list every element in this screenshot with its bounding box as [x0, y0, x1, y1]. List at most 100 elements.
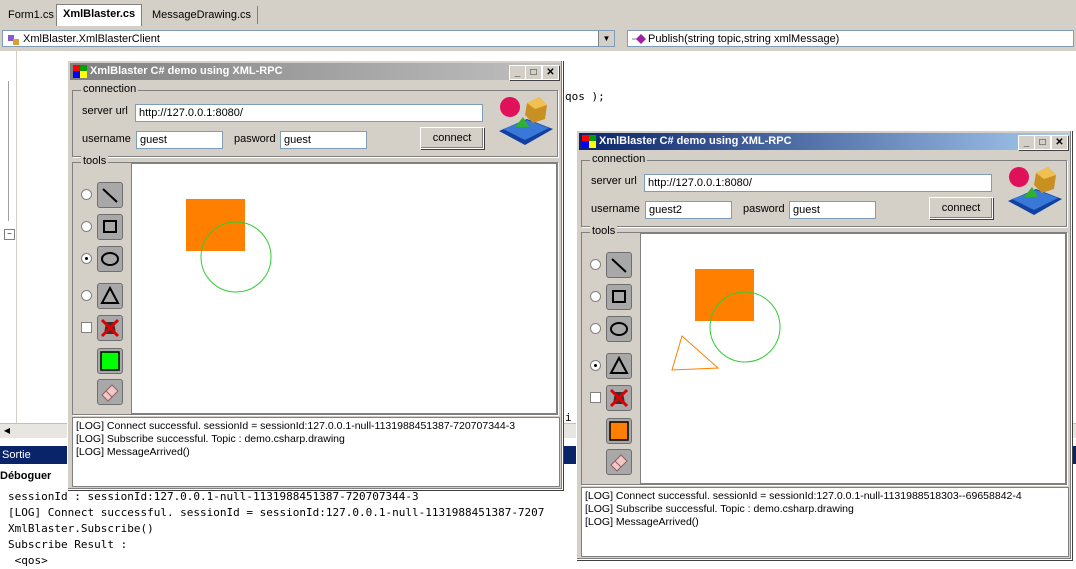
class-dropdown-label: XmlBlaster.XmlBlasterClient: [23, 33, 160, 45]
demo-window-2: XmlBlaster C# demo using XML-RPC _ □ ✕ c…: [576, 130, 1072, 560]
tab-messagedrawing[interactable]: MessageDrawing.cs: [146, 6, 259, 24]
connection-group: connection server url http://127.0.0.1:8…: [581, 153, 1067, 227]
ellipse-tool-radio[interactable]: [81, 253, 92, 264]
ellipse-tool-button[interactable]: [97, 246, 123, 272]
rectangle-tool-icon: [103, 220, 117, 233]
app-icon: [582, 135, 596, 148]
ellipse-tool-button[interactable]: [606, 316, 632, 342]
rectangle-tool-icon: [612, 290, 626, 303]
window-title: XmlBlaster C# demo using XML-RPC: [599, 135, 792, 147]
rectangle-tool-button[interactable]: [606, 284, 632, 310]
tools-label: tools: [81, 155, 109, 167]
output-line: XmlBlaster.Subscribe(): [8, 522, 154, 535]
color-swatch-button[interactable]: [97, 348, 123, 374]
line-tool-button[interactable]: [606, 252, 632, 278]
drawing-canvas[interactable]: [131, 163, 557, 414]
username-input[interactable]: guest2: [645, 201, 732, 219]
rectangle-tool-button[interactable]: [97, 214, 123, 240]
editor-gutter: −: [0, 51, 17, 431]
eraser-icon: [101, 384, 119, 402]
password-input[interactable]: guest: [789, 201, 876, 219]
log-textarea[interactable]: [LOG] Connect successful. sessionId = se…: [581, 487, 1069, 557]
minimize-icon[interactable]: _: [509, 65, 526, 80]
log-line: [LOG] Connect successful. sessionId = se…: [585, 490, 1022, 502]
username-input[interactable]: guest: [136, 131, 223, 149]
triangle-tool-button[interactable]: [97, 283, 123, 309]
connect-button[interactable]: connect: [420, 127, 484, 149]
collapse-icon[interactable]: −: [4, 229, 15, 240]
rectangle-tool-radio[interactable]: [590, 291, 601, 302]
password-label: pasword: [743, 203, 785, 215]
fill-checkbox[interactable]: [81, 322, 92, 333]
tools-group: tools: [581, 225, 1067, 485]
connect-button[interactable]: connect: [929, 197, 993, 219]
close-icon[interactable]: ✕: [542, 65, 559, 80]
ellipse-tool-icon: [610, 322, 628, 336]
class-dropdown[interactable]: XmlBlaster.XmlBlasterClient ▼: [2, 30, 615, 47]
window-title-bar[interactable]: XmlBlaster C# demo using XML-RPC _ □ ✕: [579, 133, 1069, 150]
line-tool-radio[interactable]: [590, 259, 601, 270]
server-url-label: server url: [591, 175, 637, 187]
output-panel-title: Sortie: [2, 449, 31, 461]
connection-group: connection server url http://127.0.0.1:8…: [72, 83, 558, 157]
line-tool-radio[interactable]: [81, 189, 92, 200]
method-icon: [632, 34, 646, 44]
log-line: [LOG] Subscribe successful. Topic : demo…: [76, 433, 345, 445]
code-text: qos );: [565, 90, 605, 103]
output-line: sessionId : sessionId:127.0.0.1-null-113…: [8, 490, 419, 503]
triangle-tool-button[interactable]: [606, 353, 632, 379]
output-line: Subscribe Result :: [8, 538, 128, 551]
username-label: username: [591, 203, 640, 215]
tab-form1[interactable]: Form1.cs: [2, 6, 61, 24]
username-label: username: [82, 133, 131, 145]
no-fill-button[interactable]: [97, 315, 123, 341]
orange-triangle-shape: [671, 335, 720, 371]
color-swatch-button[interactable]: [606, 418, 632, 444]
log-textarea[interactable]: [LOG] Connect successful. sessionId = se…: [72, 417, 560, 487]
server-url-input[interactable]: http://127.0.0.1:8080/: [644, 174, 992, 192]
minimize-icon[interactable]: _: [1018, 135, 1035, 150]
drawing-canvas-svg: [671, 269, 781, 371]
scroll-left-icon[interactable]: ◀: [1, 425, 13, 437]
xmlblaster-logo-icon: [1008, 167, 1062, 215]
maximize-icon[interactable]: □: [1034, 135, 1051, 150]
chevron-down-icon[interactable]: ▼: [598, 31, 614, 46]
color-swatch-icon: [609, 421, 629, 441]
window-title-bar[interactable]: XmlBlaster C# demo using XML-RPC _ □ ✕: [70, 63, 560, 80]
class-icon: [8, 35, 19, 45]
close-icon[interactable]: ✕: [1051, 135, 1068, 150]
password-input[interactable]: guest: [280, 131, 367, 149]
eraser-button[interactable]: [97, 379, 123, 405]
triangle-tool-icon: [609, 355, 629, 374]
demo-window-1: XmlBlaster C# demo using XML-RPC _ □ ✕ c…: [67, 60, 563, 490]
ellipse-tool-radio[interactable]: [590, 323, 601, 334]
log-line: [LOG] MessageArrived(): [585, 516, 699, 528]
method-dropdown[interactable]: Publish(string topic,string xmlMessage): [627, 30, 1074, 47]
line-tool-icon: [611, 258, 627, 273]
log-line: [LOG] MessageArrived(): [76, 446, 190, 458]
connection-label: connection: [590, 153, 648, 165]
tab-xmlblaster[interactable]: XmlBlaster.cs: [56, 4, 143, 26]
app-icon: [73, 65, 87, 78]
xmlblaster-logo-icon: [499, 97, 553, 145]
orange-rectangle-shape: [186, 199, 245, 251]
tools-label: tools: [590, 225, 618, 237]
server-url-input[interactable]: http://127.0.0.1:8080/: [135, 104, 483, 122]
rectangle-tool-radio[interactable]: [81, 221, 92, 232]
triangle-tool-radio[interactable]: [590, 360, 601, 371]
no-fill-icon: [609, 388, 629, 408]
password-label: pasword: [234, 133, 276, 145]
document-tab-strip: Form1.cs XmlBlaster.cs MessageDrawing.cs: [0, 0, 1076, 28]
connection-label: connection: [81, 83, 139, 95]
maximize-icon[interactable]: □: [525, 65, 542, 80]
fill-checkbox[interactable]: [590, 392, 601, 403]
output-line: [LOG] Connect successful. sessionId = se…: [8, 506, 545, 519]
line-tool-button[interactable]: [97, 182, 123, 208]
no-fill-icon: [100, 318, 120, 338]
drawing-canvas-svg: [186, 199, 272, 293]
no-fill-button[interactable]: [606, 385, 632, 411]
drawing-canvas[interactable]: [640, 233, 1066, 484]
triangle-tool-radio[interactable]: [81, 290, 92, 301]
method-dropdown-label: Publish(string topic,string xmlMessage): [648, 33, 840, 45]
eraser-button[interactable]: [606, 449, 632, 475]
